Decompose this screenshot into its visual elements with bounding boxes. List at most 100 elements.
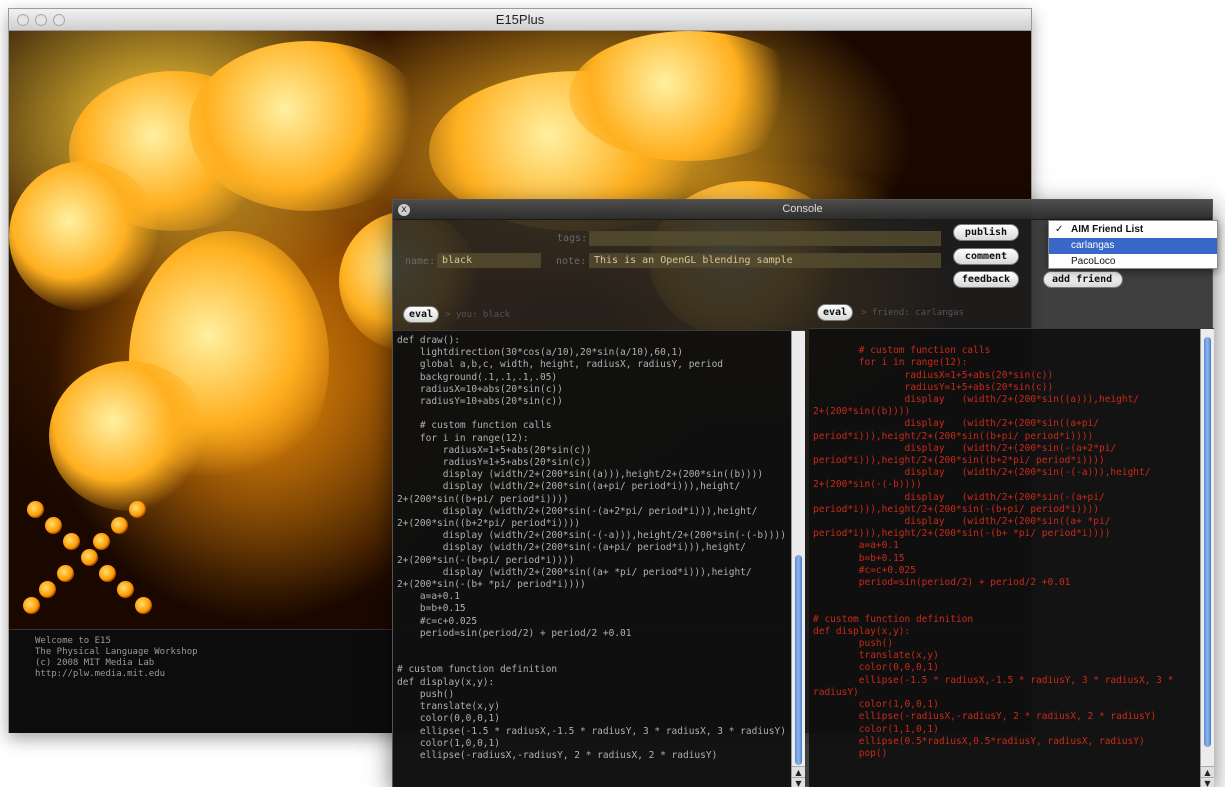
code-line[interactable] <box>397 408 786 420</box>
friend-list-dropdown[interactable]: ✓ AIM Friend List carlangas PacoLoco <box>1048 220 1218 269</box>
code-line[interactable]: ellipse(-1.5 * radiusX,-1.5 * radiusY, 3… <box>813 675 1174 687</box>
code-line[interactable]: display (width/2+(200*sin(-(a+2*pi/ peri… <box>397 506 786 518</box>
publish-button[interactable]: publish <box>953 224 1019 241</box>
code-line[interactable]: def display(x,y): <box>813 626 1173 638</box>
code-line[interactable]: color(0,0,0,1) <box>397 713 786 725</box>
comment-button[interactable]: comment <box>953 248 1019 265</box>
dropdown-item-pacoloco[interactable]: PacoLoco <box>1049 254 1217 270</box>
code-line[interactable]: display (width/2+(200*sin((a+pi/ period*… <box>397 481 786 493</box>
code-line[interactable]: radiusY=10+abs(20*sin(c)) <box>397 396 786 408</box>
code-line[interactable]: period*i))),height/2+(200*sin((b+pi/ per… <box>813 431 1173 443</box>
scroll-up-icon[interactable]: ▲ <box>792 766 805 777</box>
orb <box>117 581 134 598</box>
code-line[interactable] <box>813 333 1173 345</box>
code-line[interactable]: radiusY) <box>813 687 1173 699</box>
code-line[interactable]: radiusY=1+5+abs(20*sin(c)) <box>813 382 1173 394</box>
code-line[interactable]: # custom function calls <box>813 345 1173 357</box>
code-line[interactable]: push() <box>813 638 1173 650</box>
code-line[interactable]: for i in range(12): <box>813 357 1173 369</box>
code-line[interactable]: global a,b,c, width, height, radiusX, ra… <box>397 359 786 371</box>
code-line[interactable] <box>397 652 786 664</box>
code-line[interactable]: period*i))),height/2+(200*sin(-(b+ *pi/ … <box>813 528 1173 540</box>
code-line[interactable]: a=a+0.1 <box>813 540 1173 552</box>
code-line[interactable]: 2+(200*sin(-(b+pi/ period*i)))) <box>397 555 786 567</box>
note-input[interactable]: This is an OpenGL blending sample <box>589 253 941 268</box>
console-titlebar[interactable]: x Console <box>393 200 1212 220</box>
code-line[interactable]: ellipse(0.5*radiusX,0.5*radiusY, radiusX… <box>813 736 1173 748</box>
scroll-thumb[interactable] <box>1204 337 1211 747</box>
scroll-thumb[interactable] <box>795 555 802 765</box>
code-line[interactable]: color(1,0,0,1) <box>397 738 786 750</box>
code-line[interactable]: a=a+0.1 <box>397 591 786 603</box>
code-line[interactable]: display (width/2+(200*sin(-(-a))),height… <box>397 530 786 542</box>
code-line[interactable]: color(1,0,0,1) <box>813 699 1173 711</box>
code-line[interactable]: ellipse(-1.5 * radiusX,-1.5 * radiusY, 3… <box>397 726 786 738</box>
code-line[interactable]: for i in range(12): <box>397 433 786 445</box>
code-line[interactable]: period*i))),height/2+(200*sin(-(b+pi/ pe… <box>813 504 1173 516</box>
code-line[interactable]: ellipse(-radiusX,-radiusY, 2 * radiusX, … <box>813 711 1173 723</box>
code-line[interactable]: display (width/2+(200*sin(-(a+2*pi/ <box>813 443 1173 455</box>
scrollbar[interactable]: ▲ ▼ <box>791 331 805 787</box>
code-line[interactable]: background(.1,.1,.1,.05) <box>397 372 786 384</box>
feedback-button[interactable]: feedback <box>953 271 1019 288</box>
code-line[interactable]: period=sin(period/2) + period/2 +0.01 <box>813 577 1173 589</box>
code-line[interactable]: display (width/2+(200*sin((a+ *pi/ perio… <box>397 567 786 579</box>
orb <box>57 565 74 582</box>
code-line[interactable]: b=b+0.15 <box>813 553 1173 565</box>
scroll-up-icon[interactable]: ▲ <box>1201 766 1214 777</box>
dropdown-item-aim-friend-list[interactable]: ✓ AIM Friend List <box>1049 222 1217 238</box>
code-text[interactable]: # custom function calls for i in range(1… <box>813 333 1173 760</box>
code-line[interactable]: #c=c+0.025 <box>813 565 1173 577</box>
code-line[interactable]: radiusX=1+5+abs(20*sin(c)) <box>813 370 1173 382</box>
code-line[interactable]: ellipse(-radiusX,-radiusY, 2 * radiusX, … <box>397 750 786 762</box>
code-line[interactable]: radiusX=1+5+abs(20*sin(c)) <box>397 445 786 457</box>
code-line[interactable]: pop() <box>813 748 1173 760</box>
code-line[interactable]: display (width/2+(200*sin((a+ *pi/ <box>813 516 1173 528</box>
code-line[interactable]: color(0,0,0,1) <box>813 662 1173 674</box>
code-text[interactable]: def draw(): lightdirection(30*cos(a/10),… <box>397 335 786 762</box>
code-line[interactable]: 2+(200*sin((b+2*pi/ period*i)))) <box>397 518 786 530</box>
code-line[interactable]: push() <box>397 689 786 701</box>
code-line[interactable]: display (width/2+(200*sin((a))),height/2… <box>397 469 786 481</box>
code-line[interactable]: radiusY=1+5+abs(20*sin(c)) <box>397 457 786 469</box>
add-friend-button[interactable]: add friend <box>1043 271 1123 288</box>
code-line[interactable]: display (width/2+(200*sin((a))),height/ <box>813 394 1173 406</box>
eval-friend-button[interactable]: eval <box>817 304 853 321</box>
code-line[interactable]: lightdirection(30*cos(a/10),20*sin(a/10)… <box>397 347 786 359</box>
code-line[interactable]: color(1,1,0,1) <box>813 724 1173 736</box>
code-line[interactable]: # custom function definition <box>813 614 1173 626</box>
code-line[interactable]: translate(x,y) <box>813 650 1173 662</box>
code-line[interactable]: #c=c+0.025 <box>397 616 786 628</box>
name-input[interactable]: black <box>437 253 541 268</box>
local-code-editor[interactable]: def draw(): lightdirection(30*cos(a/10),… <box>393 330 805 787</box>
friend-code-editor[interactable]: # custom function calls for i in range(1… <box>809 328 1214 787</box>
scroll-down-icon[interactable]: ▼ <box>792 777 805 787</box>
tags-input[interactable] <box>589 231 941 246</box>
code-line[interactable]: # custom function definition <box>397 664 786 676</box>
orb <box>99 565 116 582</box>
code-line[interactable]: display (width/2+(200*sin((a+pi/ <box>813 418 1173 430</box>
code-line[interactable]: radiusX=10+abs(20*sin(c)) <box>397 384 786 396</box>
dropdown-item-carlangas[interactable]: carlangas <box>1049 238 1217 254</box>
code-line[interactable] <box>397 640 786 652</box>
scroll-down-icon[interactable]: ▼ <box>1201 777 1214 787</box>
code-line[interactable]: period=sin(period/2) + period/2 +0.01 <box>397 628 786 640</box>
code-line[interactable]: 2+(200*sin((b+pi/ period*i)))) <box>397 494 786 506</box>
code-line[interactable]: 2+(200*sin((b)))) <box>813 406 1173 418</box>
code-line[interactable]: 2+(200*sin(-(-b)))) <box>813 479 1173 491</box>
code-line[interactable] <box>813 589 1173 601</box>
eval-button[interactable]: eval <box>403 306 439 323</box>
main-titlebar[interactable]: E15Plus <box>9 9 1031 31</box>
code-line[interactable]: def display(x,y): <box>397 677 786 689</box>
code-line[interactable] <box>813 601 1173 613</box>
code-line[interactable]: 2+(200*sin(-(b+ *pi/ period*i)))) <box>397 579 786 591</box>
code-line[interactable]: def draw(): <box>397 335 786 347</box>
code-line[interactable]: period*i))),height/2+(200*sin((b+2*pi/ p… <box>813 455 1173 467</box>
code-line[interactable]: display (width/2+(200*sin(-(a+pi/ period… <box>397 542 786 554</box>
code-line[interactable]: # custom function calls <box>397 420 786 432</box>
code-line[interactable]: translate(x,y) <box>397 701 786 713</box>
code-line[interactable]: display (width/2+(200*sin(-(-a))),height… <box>813 467 1173 479</box>
scrollbar[interactable]: ▲ ▼ <box>1200 329 1214 787</box>
code-line[interactable]: b=b+0.15 <box>397 603 786 615</box>
code-line[interactable]: display (width/2+(200*sin(-(a+pi/ <box>813 492 1173 504</box>
